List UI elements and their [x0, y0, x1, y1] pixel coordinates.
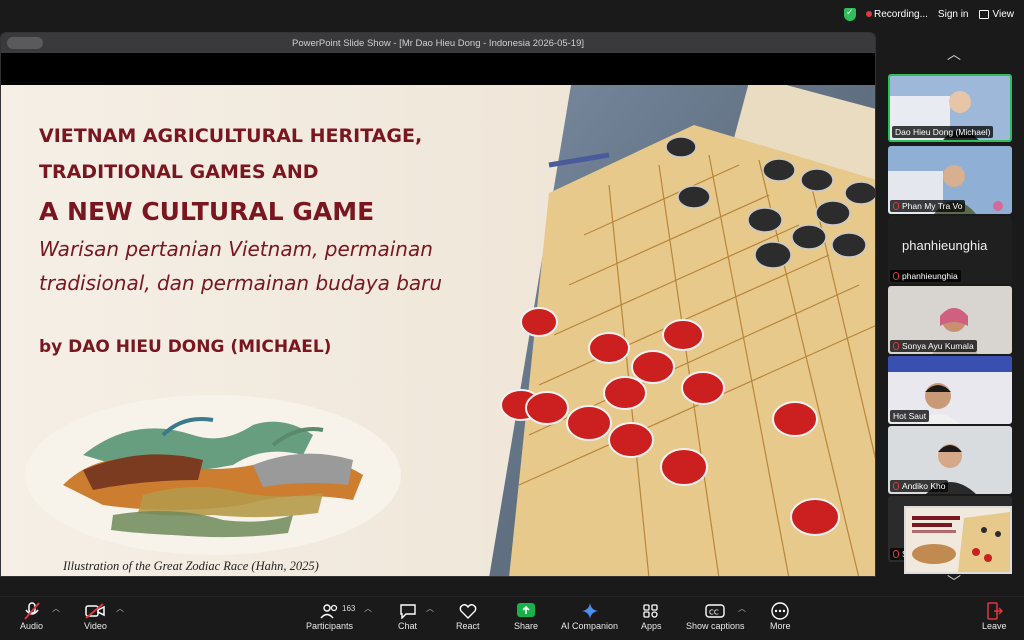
self-view-thumbnail[interactable] — [904, 506, 1012, 574]
participant-tile[interactable]: Phan My Tra Vo — [888, 146, 1012, 214]
participant-name: Phan My Tra Vo — [890, 200, 966, 212]
presentation-slide: VIETNAM AGRICULTURAL HERITAGE, TRADITION… — [1, 85, 875, 576]
participant-name: Hot Saut — [890, 410, 930, 422]
board-game-photo — [489, 85, 875, 576]
participant-name-text: Andiko Kho — [902, 481, 946, 491]
video-options-caret-icon[interactable]: ︿ — [116, 603, 124, 614]
participant-name: Sonya Ayu Kumala — [890, 340, 977, 352]
encryption-shield-icon[interactable] — [844, 7, 856, 21]
slide-text-panel: VIETNAM AGRICULTURAL HERITAGE, TRADITION… — [1, 85, 571, 576]
participants-options-caret-icon[interactable]: ︿ — [364, 603, 372, 614]
view-button[interactable]: View — [978, 9, 1015, 20]
participants-label: Participants — [306, 621, 354, 631]
apps-label: Apps — [641, 621, 662, 631]
participant-name: Andiko Kho — [890, 480, 949, 492]
participant-name-text: Phan My Tra Vo — [902, 201, 963, 211]
chat-bubble-icon — [399, 601, 417, 621]
top-bar: Recording... Sign in View — [0, 0, 1024, 30]
recording-label: Recording... — [874, 9, 928, 20]
meeting-toolbar: Audio ︿ Video ︿ Participants 163 ︿ Chat … — [0, 596, 1024, 640]
audio-button[interactable]: Audio — [20, 601, 43, 631]
show-captions-button[interactable]: CC Show captions — [686, 601, 745, 631]
video-label: Video — [84, 621, 107, 631]
participant-name: Dao Hieu Dong (Michael) — [892, 126, 994, 138]
slide-subtitle-line-2: tradisional, dan permainan budaya baru — [39, 271, 443, 295]
sign-in-button[interactable]: Sign in — [938, 9, 969, 20]
participant-count: 163 — [342, 604, 356, 613]
leave-button[interactable]: Leave — [982, 601, 1007, 631]
react-label: React — [456, 621, 480, 631]
scroll-up-chevron-icon[interactable]: ︿ — [947, 44, 961, 64]
react-button[interactable]: React — [456, 601, 480, 631]
share-label: Share — [514, 621, 539, 631]
camera-off-icon — [85, 601, 106, 621]
slide-title-line-2: TRADITIONAL GAMES AND — [39, 161, 319, 183]
slide-title-line-1: VIETNAM AGRICULTURAL HERITAGE, — [39, 125, 423, 147]
participant-tile[interactable]: Sonya Ayu Kumala — [888, 286, 1012, 354]
participant-name-text: Hot Saut — [893, 411, 927, 421]
ai-companion-label: AI Companion — [561, 621, 619, 631]
participant-name: phanhieunghia — [890, 270, 961, 282]
participant-name-text: Sonya Ayu Kumala — [902, 341, 974, 351]
audio-label: Audio — [20, 621, 44, 631]
recording-indicator[interactable]: Recording... — [866, 9, 928, 20]
mic-muted-icon — [893, 342, 899, 350]
sparkle-icon — [581, 601, 599, 621]
mic-muted-icon — [893, 482, 899, 490]
share-button[interactable]: Share — [514, 601, 538, 631]
more-dots-icon — [771, 601, 789, 621]
audio-options-caret-icon[interactable]: ︿ — [52, 603, 60, 614]
mic-muted-icon — [893, 272, 899, 280]
ai-companion-button[interactable]: AI Companion — [561, 601, 618, 631]
microphone-muted-icon — [23, 601, 40, 621]
view-label: View — [992, 9, 1015, 20]
captions-options-caret-icon[interactable]: ︿ — [738, 603, 746, 614]
participant-tile[interactable]: phanhieunghia phanhieunghia — [888, 216, 1012, 284]
apps-button[interactable]: Apps — [641, 601, 662, 631]
top-right-controls: Recording... Sign in View — [844, 7, 1015, 21]
participant-name-text: Dao Hieu Dong (Michael) — [895, 127, 991, 137]
participant-tile[interactable]: Andiko Kho — [888, 426, 1012, 494]
mic-muted-icon — [893, 550, 899, 558]
video-button[interactable]: Video — [84, 601, 107, 631]
zodiac-race-illustration — [25, 395, 401, 555]
recording-dot-icon — [866, 11, 872, 17]
closed-captions-icon: CC — [705, 601, 725, 621]
slide-top-margin — [1, 53, 875, 85]
share-window-titlebar: PowerPoint Slide Show - [Mr Dao Hieu Don… — [1, 33, 875, 53]
leave-label: Leave — [982, 621, 1007, 631]
svg-text:CC: CC — [709, 609, 719, 617]
scroll-down-chevron-icon[interactable]: ﹀ — [947, 572, 961, 592]
more-button[interactable]: More — [770, 601, 791, 631]
share-screen-icon — [516, 601, 536, 621]
chat-options-caret-icon[interactable]: ︿ — [426, 603, 434, 614]
more-label: More — [770, 621, 791, 631]
participant-tile[interactable]: Dao Hieu Dong (Michael) — [888, 74, 1012, 142]
chat-label: Chat — [398, 621, 418, 631]
show-captions-label: Show captions — [686, 621, 745, 631]
people-icon — [319, 601, 340, 621]
share-window-title: PowerPoint Slide Show - [Mr Dao Hieu Don… — [291, 37, 585, 49]
leave-door-icon — [985, 601, 1004, 621]
slide-title-line-3: A NEW CULTURAL GAME — [39, 197, 375, 226]
heart-icon — [459, 601, 477, 621]
shared-screen: PowerPoint Slide Show - [Mr Dao Hieu Don… — [0, 32, 876, 577]
slide-subtitle-line-1: Warisan pertanian Vietnam, permainan — [39, 237, 433, 261]
grid-icon — [978, 10, 989, 19]
participant-name-text: phanhieunghia — [902, 271, 958, 281]
chat-button[interactable]: Chat — [398, 601, 417, 631]
mic-muted-icon — [893, 202, 899, 210]
window-controls[interactable] — [7, 37, 43, 49]
participant-display-name: phanhieunghia — [902, 238, 988, 253]
illustration-caption: Illustration of the Great Zodiac Race (H… — [63, 559, 319, 573]
slide-byline: by DAO HIEU DONG (MICHAEL) — [39, 337, 332, 357]
apps-grid-icon — [642, 601, 660, 621]
participant-tile[interactable]: Hot Saut — [888, 356, 1012, 424]
mini-slide-preview — [906, 508, 1010, 572]
